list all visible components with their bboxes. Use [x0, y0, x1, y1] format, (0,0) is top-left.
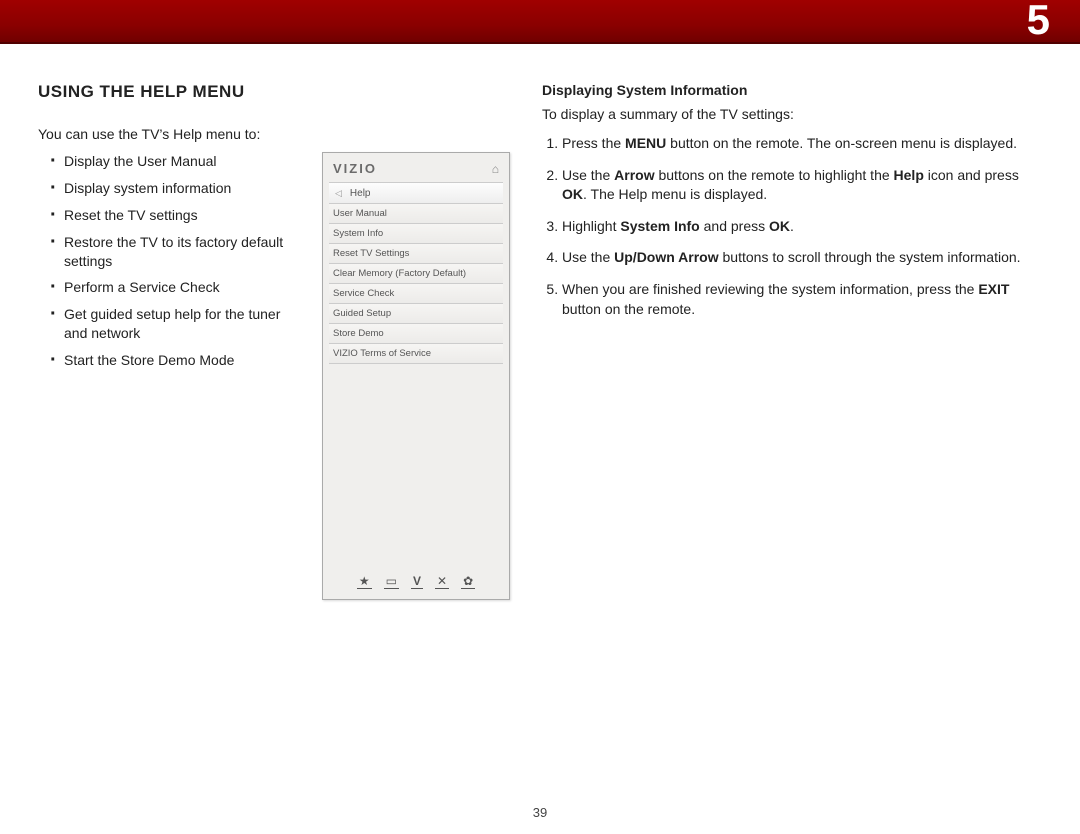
lead-text: To display a summary of the TV settings:	[542, 106, 1042, 122]
breadcrumb-label: Help	[350, 188, 371, 199]
right-column: Displaying System Information To display…	[542, 82, 1042, 600]
step-item: When you are finished reviewing the syst…	[562, 280, 1042, 319]
list-item: Display system information	[50, 179, 298, 198]
v-icon: V	[411, 574, 423, 589]
subsection-heading: Displaying System Information	[542, 82, 1042, 98]
close-icon: ✕	[435, 574, 449, 589]
back-triangle-icon: ◁	[335, 188, 342, 199]
chapter-header-bar: 5	[0, 0, 1080, 44]
feature-bullet-list: Display the User Manual Display system i…	[38, 152, 298, 370]
list-item: Reset the TV settings	[50, 206, 298, 225]
osd-item: Service Check	[329, 284, 503, 304]
step-item: Press the MENU button on the remote. The…	[562, 134, 1042, 154]
osd-item: Reset TV Settings	[329, 244, 503, 264]
osd-menu-list: User Manual System Info Reset TV Setting…	[329, 204, 503, 364]
home-icon: ⌂	[492, 162, 499, 176]
osd-item: Store Demo	[329, 324, 503, 344]
osd-screenshot: VIZIO ⌂ ◁ Help User Manual System Info R…	[322, 152, 510, 600]
section-heading: USING THE HELP MENU	[38, 82, 298, 102]
star-icon: ★	[357, 574, 372, 589]
list-item: Display the User Manual	[50, 152, 298, 171]
osd-breadcrumb: ◁ Help	[329, 182, 503, 204]
osd-item: Clear Memory (Factory Default)	[329, 264, 503, 284]
list-item: Perform a Service Check	[50, 278, 298, 297]
cc-icon: ▭	[384, 574, 399, 589]
chapter-number: 5	[1027, 0, 1050, 44]
list-item: Get guided setup help for the tuner and …	[50, 305, 298, 343]
osd-item: User Manual	[329, 204, 503, 224]
list-item: Start the Store Demo Mode	[50, 351, 298, 370]
page-body: USING THE HELP MENU You can use the TV’s…	[0, 44, 1080, 600]
step-item: Use the Up/Down Arrow buttons to scroll …	[562, 248, 1042, 268]
page-number: 39	[0, 805, 1080, 820]
osd-item: VIZIO Terms of Service	[329, 344, 503, 364]
gear-icon: ✿	[461, 574, 475, 589]
osd-item: Guided Setup	[329, 304, 503, 324]
osd-header: VIZIO ⌂	[323, 153, 509, 180]
step-item: Highlight System Info and press OK.	[562, 217, 1042, 237]
vizio-logo: VIZIO	[333, 161, 377, 176]
intro-text: You can use the TV’s Help menu to:	[38, 126, 298, 142]
osd-item: System Info	[329, 224, 503, 244]
step-item: Use the Arrow buttons on the remote to h…	[562, 166, 1042, 205]
list-item: Restore the TV to its factory default se…	[50, 233, 298, 271]
left-column: USING THE HELP MENU You can use the TV’s…	[38, 82, 516, 600]
steps-list: Press the MENU button on the remote. The…	[542, 134, 1042, 319]
osd-footer-icons: ★ ▭ V ✕ ✿	[323, 574, 509, 589]
